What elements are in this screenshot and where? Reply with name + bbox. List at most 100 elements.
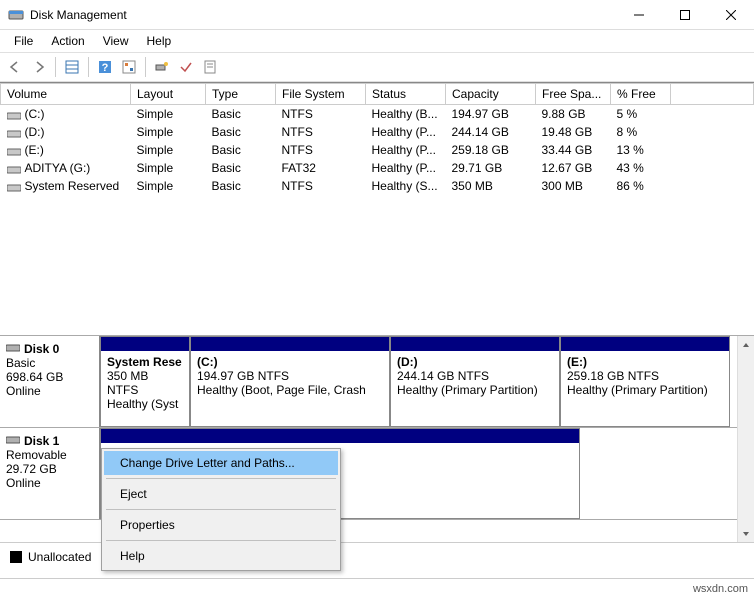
disk-header[interactable]: Disk 1Removable29.72 GBOnline xyxy=(0,428,100,519)
close-button[interactable] xyxy=(708,0,754,30)
disk-header[interactable]: Disk 0Basic698.64 GBOnline xyxy=(0,336,100,427)
properties-icon[interactable] xyxy=(199,56,221,78)
menu-file[interactable]: File xyxy=(6,32,41,50)
disk-icon xyxy=(6,434,20,448)
partition[interactable]: (E:)259.18 GB NTFSHealthy (Primary Parti… xyxy=(560,336,730,427)
ctx-properties[interactable]: Properties xyxy=(104,513,338,537)
partition-bar xyxy=(101,429,579,443)
cell-capacity: 259.18 GB xyxy=(446,141,536,159)
ctx-help[interactable]: Help xyxy=(104,544,338,568)
cell-free: 33.44 GB xyxy=(536,141,611,159)
volume-name: (C:) xyxy=(25,107,45,121)
partition-status: Healthy (Syst xyxy=(107,397,183,411)
forward-button[interactable] xyxy=(28,56,50,78)
cell-free: 9.88 GB xyxy=(536,105,611,124)
partition-bar xyxy=(391,337,559,351)
disk-size: 698.64 GB xyxy=(6,370,93,384)
partition-bar xyxy=(101,337,189,351)
app-icon xyxy=(8,7,24,23)
cell-fs: NTFS xyxy=(276,123,366,141)
partition-size: 194.97 GB NTFS xyxy=(197,369,383,383)
status-bar: wsxdn.com xyxy=(0,578,754,598)
partition[interactable]: (D:)244.14 GB NTFSHealthy (Primary Parti… xyxy=(390,336,560,427)
menu-action[interactable]: Action xyxy=(43,32,92,50)
partition-status: Healthy (Primary Partition) xyxy=(397,383,553,397)
cell-capacity: 350 MB xyxy=(446,177,536,195)
partition-bar xyxy=(561,337,729,351)
partition[interactable]: System Rese350 MB NTFSHealthy (Syst xyxy=(100,336,190,427)
cell-pct: 5 % xyxy=(611,105,671,124)
col-spacer xyxy=(671,84,754,105)
volume-table: Volume Layout Type File System Status Ca… xyxy=(0,83,754,195)
view-list-icon[interactable] xyxy=(61,56,83,78)
maximize-button[interactable] xyxy=(662,0,708,30)
partition-size: 259.18 GB NTFS xyxy=(567,369,723,383)
disk-kind: Basic xyxy=(6,356,93,370)
disk-kind: Removable xyxy=(6,448,93,462)
title-bar: Disk Management xyxy=(0,0,754,30)
check-icon[interactable] xyxy=(175,56,197,78)
ctx-change-drive-letter[interactable]: Change Drive Letter and Paths... xyxy=(104,451,338,475)
partition-title: System Rese xyxy=(107,355,183,369)
table-row[interactable]: System ReservedSimpleBasicNTFSHealthy (S… xyxy=(1,177,754,195)
menu-bar: File Action View Help xyxy=(0,30,754,52)
cell-free: 19.48 GB xyxy=(536,123,611,141)
cell-fs: FAT32 xyxy=(276,159,366,177)
partition-size: 244.14 GB NTFS xyxy=(397,369,553,383)
ctx-eject[interactable]: Eject xyxy=(104,482,338,506)
col-layout[interactable]: Layout xyxy=(131,84,206,105)
col-free[interactable]: Free Spa... xyxy=(536,84,611,105)
scroll-down-icon[interactable] xyxy=(738,525,754,542)
table-row[interactable]: ADITYA (G:)SimpleBasicFAT32Healthy (P...… xyxy=(1,159,754,177)
cell-type: Basic xyxy=(206,123,276,141)
legend-swatch-unallocated xyxy=(10,551,22,563)
cell-status: Healthy (P... xyxy=(366,123,446,141)
cell-type: Basic xyxy=(206,159,276,177)
back-button[interactable] xyxy=(4,56,26,78)
context-menu: Change Drive Letter and Paths... Eject P… xyxy=(101,448,341,571)
separator xyxy=(106,509,336,510)
table-row[interactable]: (E:)SimpleBasicNTFSHealthy (P...259.18 G… xyxy=(1,141,754,159)
minimize-button[interactable] xyxy=(616,0,662,30)
svg-text:?: ? xyxy=(102,62,109,74)
cell-capacity: 244.14 GB xyxy=(446,123,536,141)
col-status[interactable]: Status xyxy=(366,84,446,105)
table-header-row: Volume Layout Type File System Status Ca… xyxy=(1,84,754,105)
cell-layout: Simple xyxy=(131,105,206,124)
partition-status: Healthy (Primary Partition) xyxy=(567,383,723,397)
cell-capacity: 194.97 GB xyxy=(446,105,536,124)
cell-pct: 8 % xyxy=(611,123,671,141)
partition[interactable]: (C:)194.97 GB NTFSHealthy (Boot, Page Fi… xyxy=(190,336,390,427)
drive-icon xyxy=(7,110,21,120)
col-volume[interactable]: Volume xyxy=(1,84,131,105)
disk-row: Disk 0Basic698.64 GBOnlineSystem Rese350… xyxy=(0,336,754,428)
separator xyxy=(106,540,336,541)
table-row[interactable]: (C:)SimpleBasicNTFSHealthy (B...194.97 G… xyxy=(1,105,754,124)
col-type[interactable]: Type xyxy=(206,84,276,105)
col-pct[interactable]: % Free xyxy=(611,84,671,105)
col-fs[interactable]: File System xyxy=(276,84,366,105)
menu-view[interactable]: View xyxy=(95,32,137,50)
cell-layout: Simple xyxy=(131,123,206,141)
action-icon[interactable] xyxy=(151,56,173,78)
scroll-up-icon[interactable] xyxy=(738,336,754,353)
table-row[interactable]: (D:)SimpleBasicNTFSHealthy (P...244.14 G… xyxy=(1,123,754,141)
menu-help[interactable]: Help xyxy=(139,32,180,50)
cell-pct: 43 % xyxy=(611,159,671,177)
disk-state: Online xyxy=(6,476,93,490)
cell-layout: Simple xyxy=(131,141,206,159)
vertical-scrollbar[interactable] xyxy=(737,336,754,542)
window-title: Disk Management xyxy=(30,8,616,22)
disk-name: Disk 0 xyxy=(24,342,59,356)
cell-type: Basic xyxy=(206,105,276,124)
partition-status: Healthy (Boot, Page File, Crash xyxy=(197,383,383,397)
cell-status: Healthy (S... xyxy=(366,177,446,195)
separator xyxy=(145,57,146,77)
col-capacity[interactable]: Capacity xyxy=(446,84,536,105)
cell-free: 12.67 GB xyxy=(536,159,611,177)
footer-credit: wsxdn.com xyxy=(693,583,748,595)
help-icon[interactable]: ? xyxy=(94,56,116,78)
settings-icon[interactable] xyxy=(118,56,140,78)
window-controls xyxy=(616,0,754,30)
cell-fs: NTFS xyxy=(276,141,366,159)
